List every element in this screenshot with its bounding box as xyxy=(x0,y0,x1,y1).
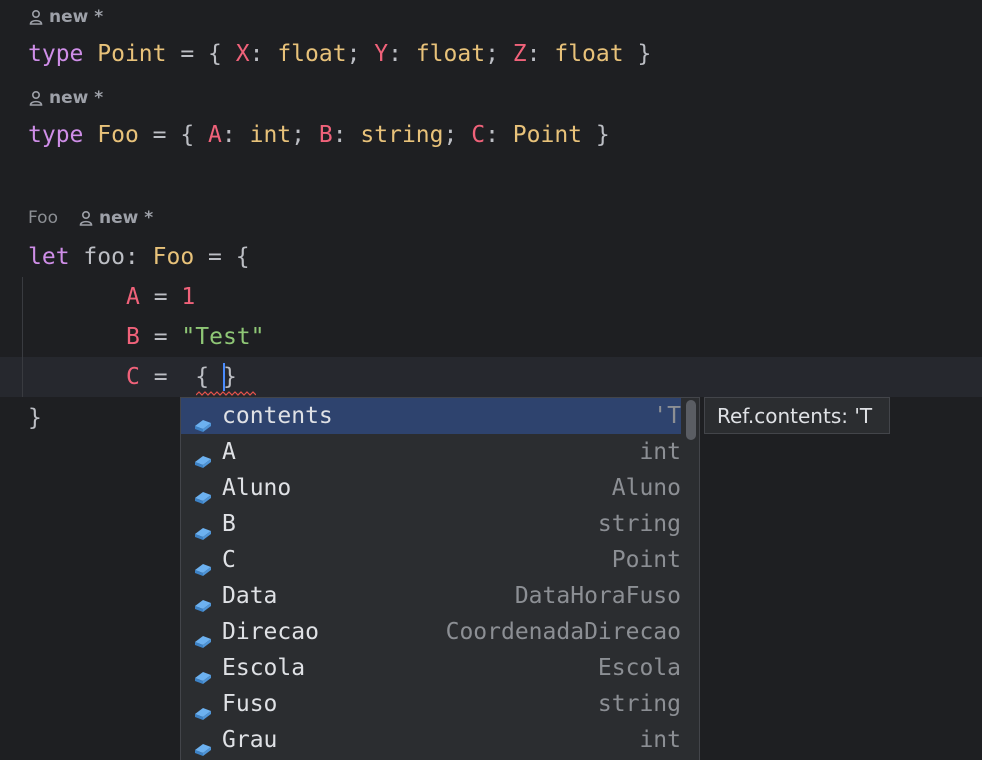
field-name: Z xyxy=(512,41,527,67)
completion-item[interactable]: Data DataHoraFuso xyxy=(181,578,681,614)
completion-item-name: Aluno xyxy=(222,475,292,501)
field-type: int xyxy=(249,122,292,148)
field-name: X xyxy=(235,41,250,67)
variable: foo: xyxy=(69,244,153,270)
author-label: new * xyxy=(49,88,104,108)
field-type: Point xyxy=(512,122,583,148)
completion-item-type: Escola xyxy=(597,655,681,681)
completion-item-type: Aluno xyxy=(611,475,681,501)
number-literal: 1 xyxy=(181,284,196,310)
field-name: Y xyxy=(374,41,389,67)
field-icon xyxy=(193,660,213,684)
punctuation: } xyxy=(623,41,652,67)
field-type: float xyxy=(277,41,347,67)
author-label: new * xyxy=(98,208,154,228)
field-name: B xyxy=(126,324,140,350)
popup-scrollbar[interactable] xyxy=(686,400,696,440)
completion-item[interactable]: Bstring xyxy=(181,506,681,542)
punctuation: = { xyxy=(194,244,250,270)
type-author-hint[interactable]: Foo new * xyxy=(28,208,153,228)
completion-item-type: Point xyxy=(611,547,681,573)
completion-item[interactable]: Direcao CoordenadaDirecao xyxy=(181,614,681,650)
completion-item-name: contents xyxy=(222,403,333,429)
completion-item[interactable]: Fuso string xyxy=(181,686,681,722)
type-name: Foo xyxy=(97,122,139,148)
completion-item[interactable]: C Point xyxy=(181,542,681,578)
field-icon xyxy=(193,552,213,576)
punctuation: = { xyxy=(139,364,223,390)
completion-item-type: int xyxy=(639,439,681,465)
punctuation: = { xyxy=(166,41,236,67)
field-name: B xyxy=(318,122,333,148)
completion-item-type: string xyxy=(597,691,681,717)
field-icon xyxy=(193,480,213,504)
person-icon xyxy=(29,90,43,106)
completion-item-type: DataHoraFuso xyxy=(514,583,681,609)
text-caret xyxy=(223,363,225,391)
punctuation: = { xyxy=(138,122,209,148)
completion-item-type: CoordenadaDirecao xyxy=(445,619,681,645)
field-icon xyxy=(193,732,213,756)
code-line-7[interactable]: } xyxy=(28,398,42,438)
field-icon xyxy=(193,588,213,612)
field-name: A xyxy=(208,122,222,148)
field-name: C xyxy=(126,364,140,390)
keyword: type xyxy=(28,41,84,67)
string-literal: "Test" xyxy=(181,324,265,350)
punctuation: = xyxy=(139,324,182,350)
completion-item[interactable]: contents 'T xyxy=(181,398,681,434)
field-icon xyxy=(193,444,213,468)
field-icon xyxy=(193,624,213,648)
completion-item-type: int xyxy=(639,727,681,753)
code-line-3[interactable]: let foo: Foo = { xyxy=(28,237,250,277)
code-line-1[interactable]: type Point = { X: float; Y: float; Z: fl… xyxy=(28,34,651,74)
completion-item-name: Data xyxy=(222,583,278,609)
completion-item-name: Grau xyxy=(222,727,278,753)
punctuation: } xyxy=(28,405,42,431)
completion-item-name: A xyxy=(222,439,236,465)
person-icon xyxy=(29,9,43,25)
field-type: float xyxy=(554,41,624,67)
keyword: let xyxy=(28,244,70,270)
field-icon xyxy=(193,516,213,540)
field-icon xyxy=(193,408,213,432)
field-name: A xyxy=(126,284,140,310)
author-hint[interactable]: new * xyxy=(28,7,103,27)
keyword: type xyxy=(28,122,84,148)
author-hint[interactable]: new * xyxy=(28,88,103,108)
field-icon xyxy=(193,696,213,720)
field-type: float xyxy=(415,41,486,67)
person-icon xyxy=(79,210,93,226)
completion-item[interactable]: Grau int xyxy=(181,722,681,758)
completion-item[interactable]: Aluno Aluno xyxy=(181,470,681,506)
code-line-2[interactable]: type Foo = { A: int; B: string; C: Point… xyxy=(28,115,610,155)
punctuation: = xyxy=(139,284,182,310)
completion-item-name: Escola xyxy=(222,655,306,681)
indent-guide xyxy=(22,277,23,397)
code-line-5[interactable]: B = "Test" xyxy=(126,317,265,357)
author-label: new * xyxy=(49,7,104,27)
completion-item-type: string xyxy=(597,511,681,537)
completion-doc-tooltip: Ref.contents: 'T xyxy=(704,397,890,434)
completion-item-name: Direcao xyxy=(222,619,319,645)
punctuation: } xyxy=(582,122,610,148)
completion-item-type: 'T xyxy=(653,403,681,429)
completion-item-name: Fuso xyxy=(222,691,278,717)
completion-item-name: C xyxy=(222,547,236,573)
field-type: string xyxy=(360,122,444,148)
type-name: Foo xyxy=(152,244,195,270)
punctuation: } xyxy=(222,364,237,390)
type-name: Point xyxy=(97,41,167,67)
completion-item-name: B xyxy=(222,511,236,537)
completion-item[interactable]: Escola Escola xyxy=(181,650,681,686)
completion-popup[interactable]: contents 'T Aint Aluno Aluno Bstring C Point Dat… xyxy=(180,397,700,760)
field-name: C xyxy=(471,122,486,148)
inferred-type-hint: Foo xyxy=(28,208,58,228)
completion-item[interactable]: Aint xyxy=(181,434,681,470)
code-line-4[interactable]: A = 1 xyxy=(126,277,195,317)
